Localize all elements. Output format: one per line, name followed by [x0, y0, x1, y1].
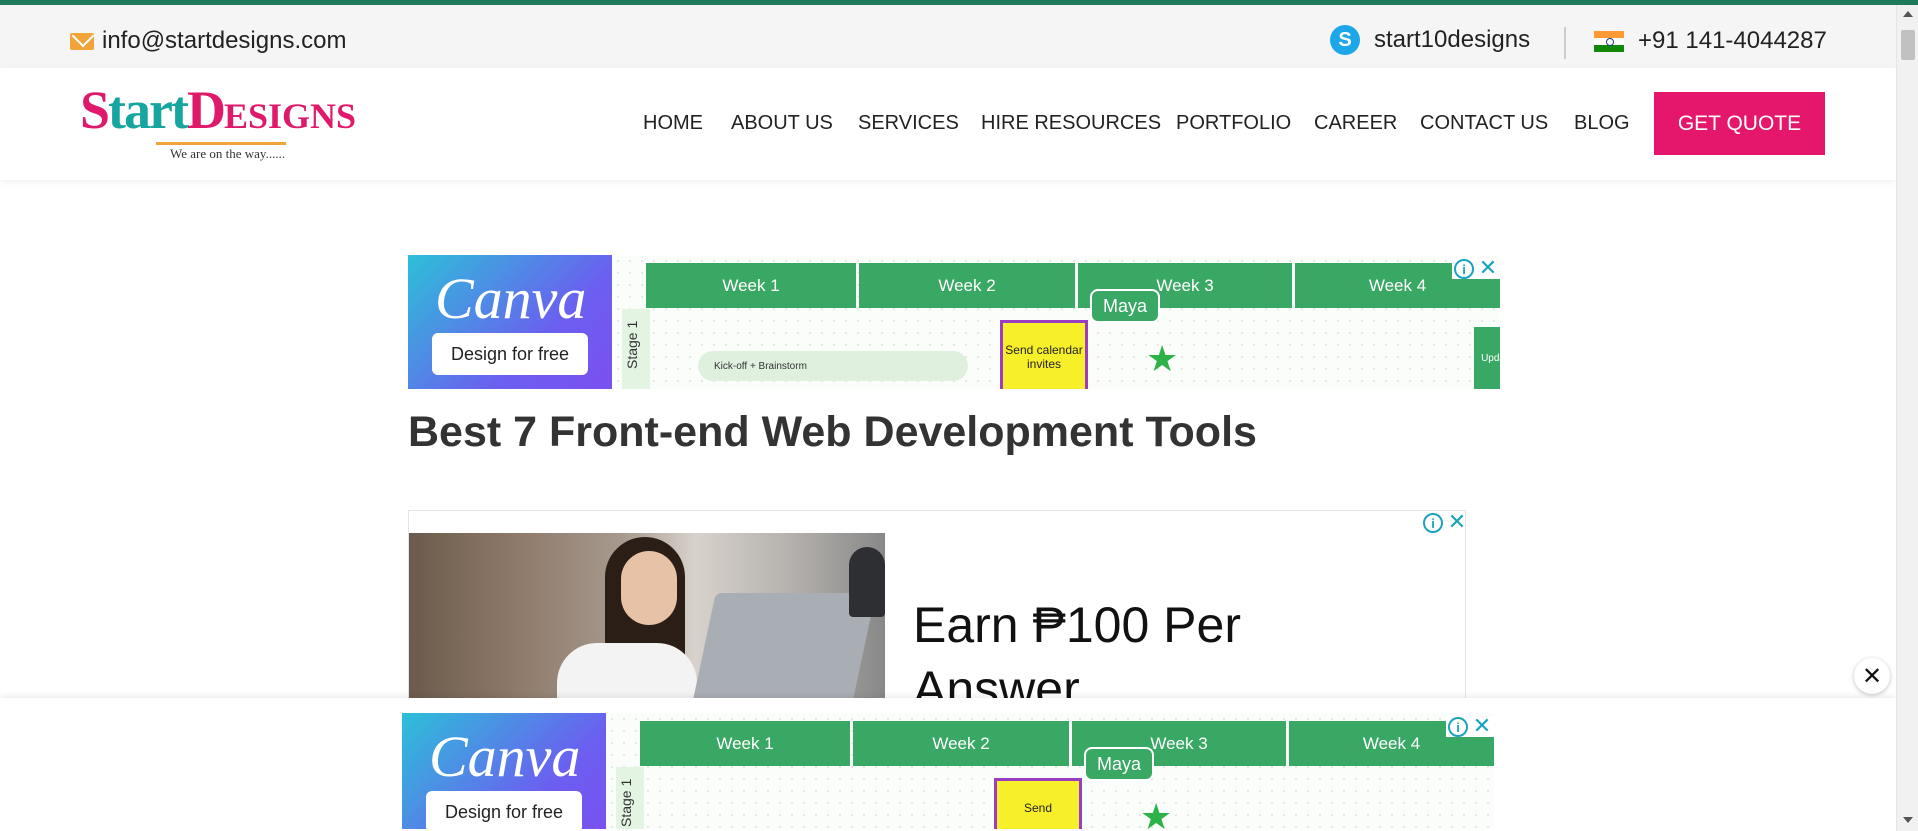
ad-controls: i ✕: [1421, 511, 1465, 533]
sticky-note: Send calendar invites: [1000, 320, 1088, 389]
nav-about-us[interactable]: ABOUT US: [731, 112, 833, 135]
task-pill: Kick-off + Brainstorm: [698, 351, 968, 381]
nav-contact-us[interactable]: CONTACT US: [1420, 112, 1548, 135]
stage-label: Stage 1: [616, 767, 644, 829]
stage-label: Stage 1: [622, 309, 650, 389]
logo-tagline: We are on the way......: [170, 146, 286, 161]
get-quote-button[interactable]: GET QUOTE: [1654, 92, 1825, 155]
sticky-bottom-ad-bar: Canva Design for free Week 1 Week 2 Week…: [0, 698, 1896, 831]
week-header: Week 1: [640, 721, 850, 766]
star-icon: ★: [1140, 796, 1173, 830]
phone-text[interactable]: +91 141-4044287: [1638, 27, 1827, 55]
nav-home[interactable]: HOME: [643, 112, 703, 135]
nav-hire-resources[interactable]: HIRE RESOURCES: [981, 112, 1161, 135]
ad-board-illustration: Week 1 Week 2 Week 3 Week 4 Stage 1 Send…: [606, 713, 1494, 829]
email-text[interactable]: info@startdesigns.com: [102, 27, 346, 55]
phone-contact[interactable]: +91 141-4044287: [1594, 27, 1827, 55]
logo-underline: [156, 142, 286, 145]
nav-career[interactable]: CAREER: [1314, 112, 1397, 135]
ad-close-icon[interactable]: ✕: [1472, 715, 1492, 737]
contact-topbar: info@startdesigns.com S start10designs +…: [0, 5, 1896, 68]
nav-services[interactable]: SERVICES: [858, 112, 959, 135]
ad-headline[interactable]: Earn ₱100 Per Answer: [913, 593, 1353, 699]
sticky-note: Send: [994, 778, 1082, 829]
ad-close-icon[interactable]: ✕: [1478, 257, 1498, 279]
scroll-down-arrow-icon[interactable]: [1903, 817, 1913, 823]
ad-info-icon[interactable]: i: [1448, 717, 1468, 737]
skype-icon: S: [1330, 25, 1360, 55]
logo-wordmark: StartDESIGNS: [80, 80, 357, 140]
article-title: Best 7 Front-end Web Development Tools: [408, 408, 1257, 456]
site-logo[interactable]: StartDESIGNS We are on the way......: [80, 80, 356, 166]
canva-brand-panel[interactable]: Canva Design for free: [402, 713, 606, 829]
close-sticky-ad-button[interactable]: ✕: [1854, 658, 1890, 694]
ad-info-icon[interactable]: i: [1454, 259, 1474, 279]
ad-close-icon[interactable]: ✕: [1447, 511, 1465, 533]
nav-blog[interactable]: BLOG: [1574, 112, 1630, 135]
canva-logo: Canva: [429, 724, 581, 789]
person-tag: Maya: [1090, 289, 1160, 323]
canva-sticky-ad[interactable]: Canva Design for free Week 1 Week 2 Week…: [402, 713, 1494, 829]
earn-money-ad[interactable]: Earn ₱100 Per Answer i ✕: [408, 510, 1466, 700]
week-header: Week 2: [853, 721, 1069, 766]
person-tag: Maya: [1084, 747, 1154, 781]
design-for-free-button[interactable]: Design for free: [432, 333, 588, 375]
skype-text[interactable]: start10designs: [1374, 26, 1530, 54]
update-note: Update to-do: [1474, 327, 1500, 389]
nav-portfolio[interactable]: PORTFOLIO: [1176, 112, 1291, 135]
scroll-up-arrow-icon[interactable]: [1903, 11, 1913, 17]
design-for-free-button[interactable]: Design for free: [426, 791, 582, 829]
week-header: Week 2: [859, 263, 1075, 308]
mail-icon: [70, 32, 94, 50]
canva-banner-ad[interactable]: Canva Design for free Week 1 Week 2 Week…: [408, 255, 1500, 389]
skype-contact[interactable]: S start10designs: [1330, 25, 1530, 55]
topbar-divider: [1564, 27, 1566, 59]
ad-info-icon[interactable]: i: [1423, 513, 1443, 533]
ad-photo-woman-laptop: [409, 533, 885, 699]
india-flag-icon: [1594, 30, 1624, 52]
ad-board-illustration: Week 1 Week 2 Week 3 Week 4 Stage 1 Kick…: [612, 255, 1500, 389]
email-contact[interactable]: info@startdesigns.com: [70, 27, 346, 55]
ad-controls: i ✕: [1452, 257, 1500, 279]
main-navbar: StartDESIGNS We are on the way...... HOM…: [0, 68, 1896, 180]
ad-controls: i ✕: [1446, 715, 1494, 737]
scroll-thumb[interactable]: [1901, 30, 1915, 60]
canva-brand-panel[interactable]: Canva Design for free: [408, 255, 612, 389]
canva-logo: Canva: [435, 266, 587, 331]
page-scrollbar[interactable]: [1896, 5, 1918, 831]
star-icon: ★: [1146, 338, 1179, 379]
week-header: Week 1: [646, 263, 856, 308]
